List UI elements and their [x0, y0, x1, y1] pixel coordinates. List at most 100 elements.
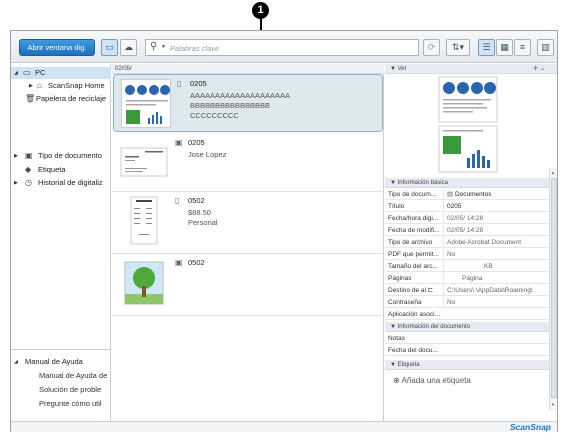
help-link[interactable]: Pregunte cómo util — [11, 398, 111, 410]
property-row: Fecha de modifi... 02/05/ 14:28 — [385, 225, 549, 236]
document-preview-image — [438, 76, 498, 173]
record-name: 0205 — [188, 138, 205, 147]
add-tag-button[interactable]: ⊕ Añada una etiqueta — [393, 376, 471, 385]
help-link-label: Pregunte cómo util — [39, 399, 102, 408]
business-card-thumbnail-image — [120, 147, 168, 177]
status-bar: ScanSnap — [11, 421, 557, 432]
collapse-arrow-icon[interactable]: ▼ — [390, 180, 398, 186]
zoom-icon[interactable]: ✛ ↔ — [533, 64, 546, 74]
receipt-thumbnail — [119, 196, 169, 245]
property-value: No — [443, 297, 547, 308]
list-view-icon[interactable]: ☰ — [478, 39, 495, 56]
search-box[interactable]: ⚲ ▼ — [145, 39, 419, 56]
record-list: 02/05/ ▯ 0205 AAAAAAAAAAAAAAAAAAAA BBBBB… — [112, 64, 384, 421]
property-value: C:\Users\ \AppData\Roaming\ — [443, 285, 547, 296]
content-record[interactable]: ▣ 0502 — [112, 254, 384, 316]
collapse-arrow-icon[interactable]: ▼ — [390, 324, 398, 330]
property-row: Aplicación asoci... — [385, 309, 549, 320]
scroll-up-icon[interactable]: ▲ — [551, 170, 555, 175]
property-value: No — [443, 249, 547, 260]
sidebar-item-label: Papelera de reciclaje — [36, 94, 107, 103]
basic-info-header[interactable]: ▼ Información básica — [385, 178, 549, 188]
property-value: Página — [443, 273, 547, 284]
sidebar-item-scansnap-home[interactable]: ▶ ⌂ ScanSnap Home — [11, 80, 111, 92]
detail-view-icon[interactable]: ≡ — [514, 39, 531, 56]
scrollbar-thumb[interactable] — [551, 178, 557, 398]
property-value: Adobe Acrobat Document — [443, 237, 547, 248]
content-record[interactable]: ▯ 0205 AAAAAAAAAAAAAAAAAAAA BBBBBBBBBBBB… — [113, 74, 383, 132]
document-info-header[interactable]: ▼ Información del documento — [385, 322, 549, 332]
property-key: Destino de al ⊏ — [388, 285, 440, 296]
chevron-down-icon[interactable]: ▼ — [161, 44, 166, 50]
thumbnail-view-icon[interactable]: ▦ — [496, 39, 513, 56]
sidebar-item-label: Tipo de documento — [38, 151, 102, 160]
sort-icon[interactable]: ⇅▾ — [446, 39, 470, 56]
basic-info-header-label: Información básica — [397, 180, 448, 186]
property-value: 02/05/ 14:28 — [443, 213, 547, 224]
collapse-arrow-icon[interactable]: ▼ — [390, 66, 398, 72]
scan-to-pc-icon[interactable]: ▭ — [101, 39, 118, 56]
record-line: $88.50 — [188, 208, 211, 217]
expand-arrow-icon[interactable]: ▶ — [29, 80, 33, 92]
viewer-header[interactable]: ▼ Ver ✛ ↔ — [385, 64, 557, 74]
home-icon: ⌂ — [37, 81, 42, 90]
sidebar-item-history[interactable]: ▶ ◷ Historial de digitaliz — [11, 177, 111, 189]
refresh-icon[interactable]: ⟳ — [423, 39, 440, 56]
properties-scrollbar[interactable]: ▲ ▼ — [549, 168, 557, 410]
record-name: 0502 — [188, 258, 205, 267]
property-value[interactable]: 0205 — [443, 201, 547, 212]
property-key: Páginas — [388, 275, 412, 282]
sidebar-item-label: Historial de digitaliz — [38, 178, 103, 187]
record-name: 0205 — [190, 79, 207, 88]
record-line: AAAAAAAAAAAAAAAAAAAA — [190, 91, 291, 100]
property-key: Contraseña — [388, 299, 422, 306]
record-line: BBBBBBBBBBBBBBBB — [190, 101, 271, 110]
tag-header[interactable]: ▼ Etiqueta — [385, 360, 549, 370]
sidebar-item-tag[interactable]: ◆ Etiqueta — [11, 164, 111, 176]
document-thumbnail-image — [125, 85, 170, 124]
sidebar-item-pc[interactable]: ◢ ▭ PC — [11, 67, 111, 79]
sidebar-item-document-type[interactable]: ▶ ▣ Tipo de documento — [11, 150, 111, 162]
folder-icon[interactable]: ⊏ — [426, 287, 433, 294]
help-link[interactable]: Solución de proble — [11, 384, 111, 396]
expand-arrow-icon[interactable]: ▶ — [14, 150, 18, 162]
date-group-header: 02/05/ — [112, 64, 384, 74]
property-value[interactable]: ▤ Documentos — [443, 189, 547, 200]
property-key: Tipo de docum... — [388, 191, 437, 198]
panel-toggle-icon[interactable]: ▥ — [537, 39, 554, 56]
sidebar-item-label: ScanSnap Home — [48, 81, 105, 90]
record-line: CCCCCCCCC — [190, 111, 239, 120]
callout-marker: 1 — [252, 2, 269, 19]
expand-arrow-icon[interactable]: ▶ — [14, 177, 18, 189]
help-link[interactable]: Manual de Ayuda de — [11, 370, 111, 382]
document-type-icon: ▤ — [447, 191, 455, 198]
content-record[interactable]: ▯ 0502 $88.50 Personal — [112, 192, 384, 254]
image-file-icon: ▣ — [175, 258, 183, 267]
add-tag-label: Añada una etiqueta — [401, 376, 471, 385]
help-section-title[interactable]: ◢ Manual de Ayuda — [11, 356, 111, 368]
receipt-thumbnail-image — [130, 196, 158, 245]
viewer-header-label: Ver — [397, 66, 407, 72]
open-scan-window-button[interactable]: Abrir ventana dig. — [19, 39, 95, 56]
content-record[interactable]: ▣ 0205 Jose Lopez — [112, 134, 384, 192]
expand-arrow-icon[interactable]: ◢ — [14, 356, 18, 368]
property-row: Destino de al ⊏ C:\Users\ \AppData\Roami… — [385, 285, 549, 296]
sidebar: ◢ ▭ PC ▶ ⌂ ScanSnap Home 🗑 Papelera de r… — [11, 64, 111, 421]
search-icon: ⚲ — [150, 41, 158, 52]
sidebar-item-trash[interactable]: 🗑 Papelera de reciclaje — [11, 93, 111, 105]
expand-arrow-icon[interactable]: ◢ — [14, 67, 18, 79]
scroll-down-icon[interactable]: ▼ — [551, 402, 555, 407]
collapse-arrow-icon[interactable]: ▼ — [390, 362, 398, 368]
pdf-file-icon: ▯ — [177, 79, 182, 88]
cloud-icon[interactable]: ☁ — [120, 39, 137, 56]
property-row: Título 0205 — [385, 201, 549, 212]
business-card-thumbnail — [119, 138, 169, 187]
property-key-text: Destino de al — [388, 287, 426, 294]
property-key: Notas — [388, 335, 405, 342]
property-row: Tipo de docum... ▤ Documentos — [385, 189, 549, 200]
viewer-pane: ▼ Ver ✛ ↔ ▼ Información básica Tipo de d… — [385, 64, 557, 421]
search-input[interactable] — [170, 42, 410, 54]
sidebar-item-label: Etiqueta — [38, 165, 66, 174]
property-value-text: Documentos — [454, 191, 492, 198]
property-key: Aplicación asoci... — [388, 311, 440, 318]
